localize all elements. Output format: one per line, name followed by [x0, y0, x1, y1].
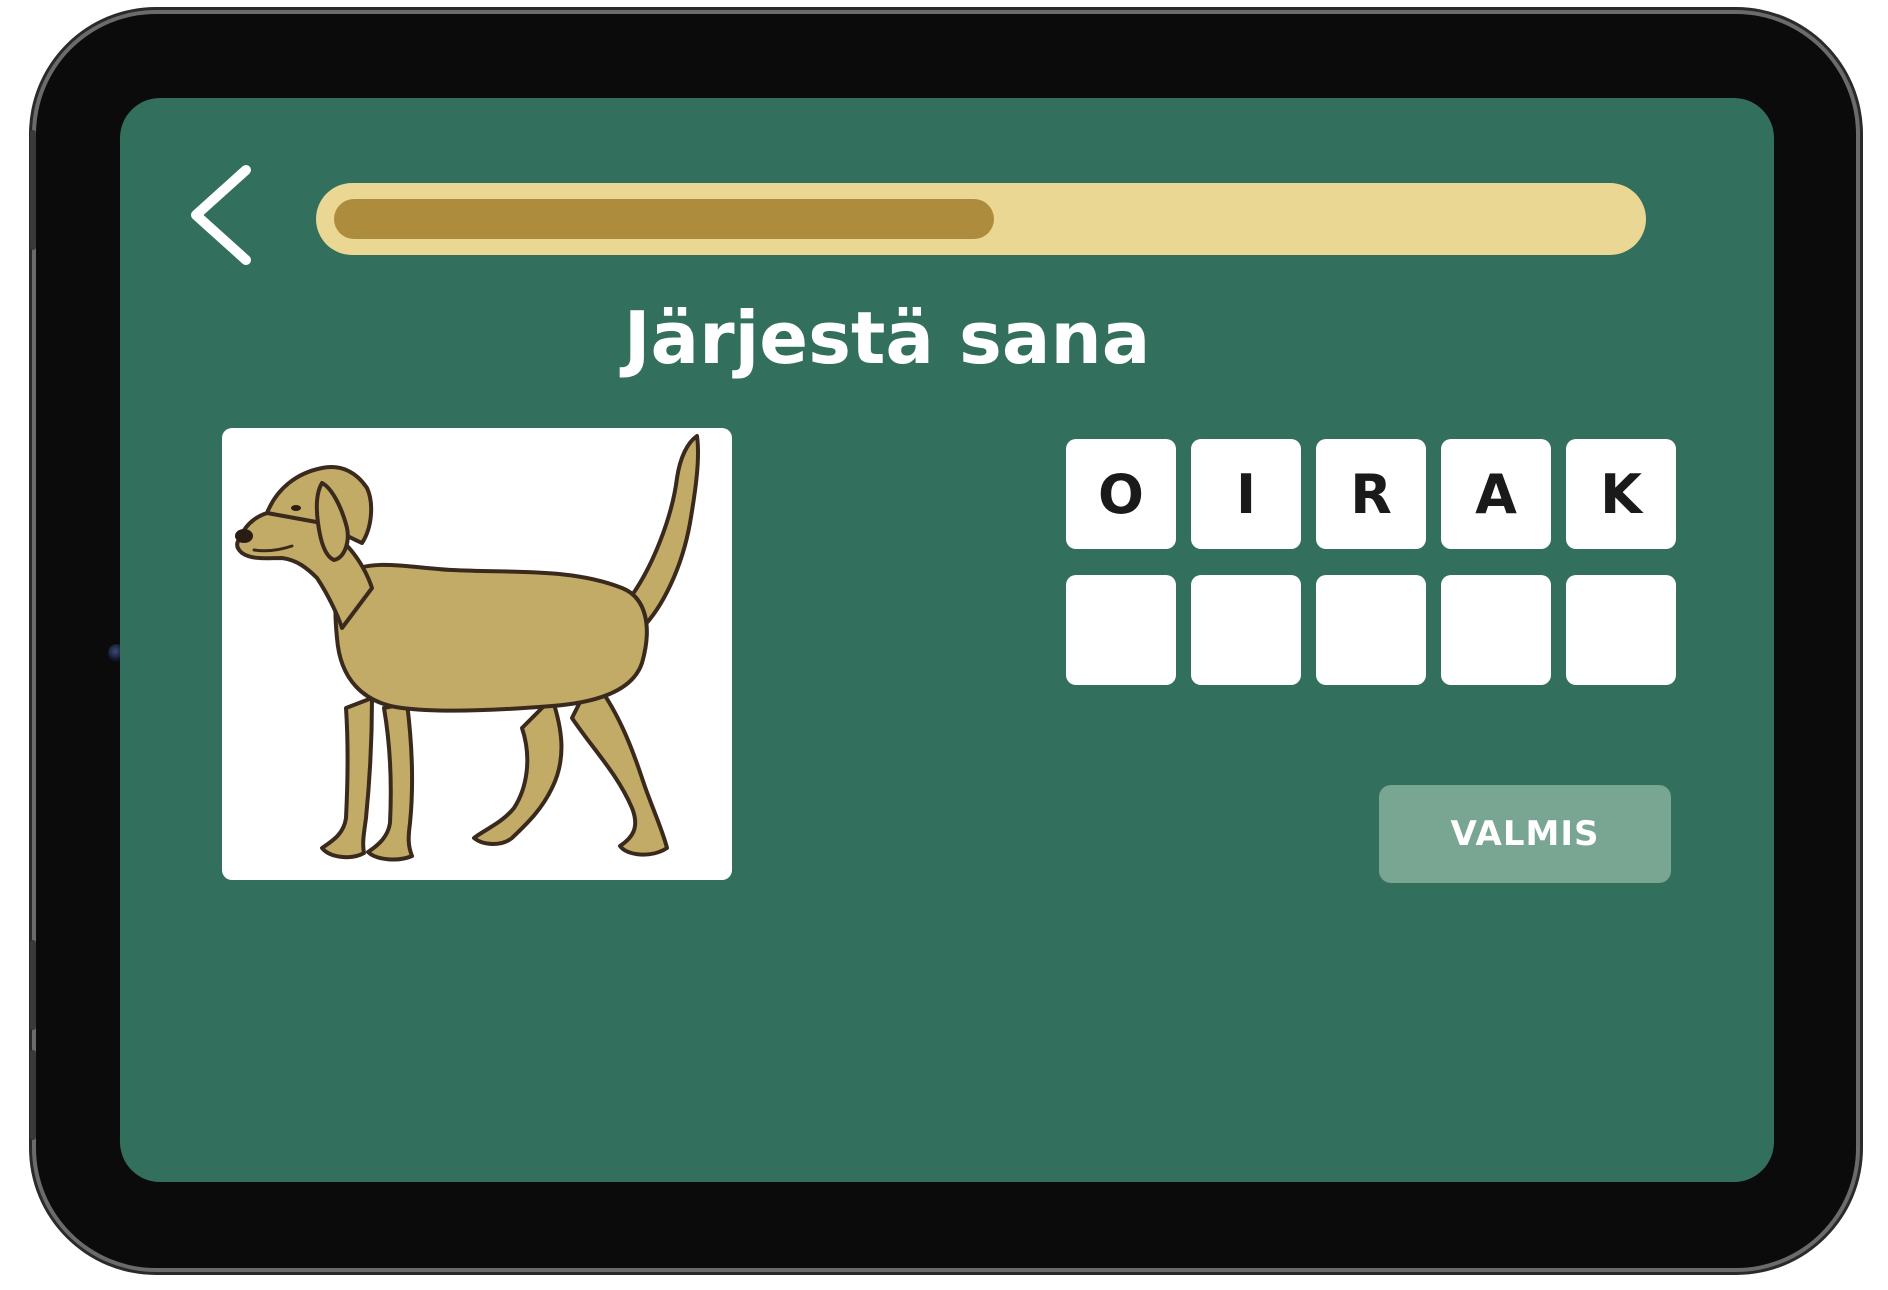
volume-button: [30, 130, 36, 250]
answer-slot[interactable]: [1441, 575, 1551, 685]
progress-bar: [316, 183, 1646, 255]
letter-tiles: O I R A K: [1066, 439, 1676, 549]
progress-fill: [334, 199, 994, 239]
letter-tile[interactable]: O: [1066, 439, 1176, 549]
side-button: [30, 1050, 36, 1140]
letter-tile[interactable]: K: [1566, 439, 1676, 549]
answer-slot[interactable]: [1566, 575, 1676, 685]
dog-illustration: [235, 434, 700, 862]
side-button: [30, 940, 36, 1030]
exercise-title: Järjestä sana: [623, 296, 1151, 380]
letter-tile[interactable]: A: [1441, 439, 1551, 549]
letter-tile[interactable]: R: [1316, 439, 1426, 549]
back-button[interactable]: [180, 160, 270, 270]
answer-slots: [1066, 575, 1676, 685]
answer-slot[interactable]: [1316, 575, 1426, 685]
answer-slot[interactable]: [1191, 575, 1301, 685]
dog-image: [222, 428, 732, 880]
answer-slot[interactable]: [1066, 575, 1176, 685]
letter-tile[interactable]: I: [1191, 439, 1301, 549]
done-button[interactable]: VALMIS: [1379, 785, 1671, 883]
chevron-left-icon: [191, 165, 251, 265]
app-screen: Järjestä sana O I R A K VALMIS: [120, 98, 1774, 1182]
